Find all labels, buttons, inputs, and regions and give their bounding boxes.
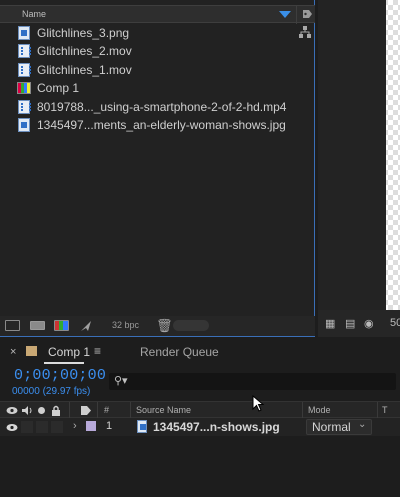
mode-column-label[interactable]: Mode — [308, 405, 331, 415]
project-column-header[interactable]: Name — [0, 5, 315, 24]
project-item[interactable]: Glitchlines_3.png — [0, 24, 300, 42]
column-divider — [302, 402, 303, 419]
column-divider — [377, 402, 378, 419]
viewer-pasteboard — [318, 0, 386, 310]
column-divider — [130, 402, 131, 419]
solo-icon[interactable] — [38, 407, 45, 414]
composition-icon — [17, 82, 31, 94]
video-file-icon — [18, 44, 31, 58]
active-tab-indicator — [44, 362, 84, 364]
eye-icon[interactable] — [6, 406, 18, 415]
timeline-layer-row[interactable]: › 1 1345497...n-shows.jpg Normal ⌄ — [0, 418, 400, 436]
project-toolbar: 32 bpc 🗑 — [0, 316, 315, 336]
project-item[interactable]: 8019788..._using-a-smartphone-2-of-2-hd.… — [0, 98, 300, 116]
render-queue-icon[interactable] — [79, 319, 93, 333]
frame-count-display: 00000 (29.97 fps) — [12, 386, 91, 397]
mouse-cursor-icon — [252, 395, 265, 412]
tag-icon — [303, 10, 312, 18]
layer-column-header: # Source Name Mode T — [0, 401, 400, 419]
project-item-label: 8019788..._using-a-smartphone-2-of-2-hd.… — [37, 100, 287, 114]
interpret-footage-icon[interactable] — [5, 320, 20, 331]
project-item-label: Glitchlines_3.png — [37, 26, 130, 40]
label-column[interactable] — [296, 6, 315, 24]
viewer-toolbar: ▦ ▤ ◉ 50 — [318, 310, 400, 337]
audio-icon[interactable] — [21, 405, 33, 416]
image-file-icon — [18, 118, 30, 132]
number-column-label[interactable]: # — [104, 405, 109, 415]
sort-descending-icon[interactable] — [279, 11, 291, 18]
lock-toggle[interactable] — [51, 421, 63, 433]
trash-icon[interactable]: 🗑 — [156, 318, 173, 334]
chevron-down-icon[interactable]: ⌄ — [358, 419, 366, 430]
project-item[interactable]: Glitchlines_2.mov — [0, 42, 300, 60]
layer-number: 1 — [106, 420, 113, 432]
source-name-column-label[interactable]: Source Name — [136, 405, 191, 415]
audio-toggle[interactable] — [21, 421, 33, 433]
project-item-label: Glitchlines_1.mov — [37, 63, 132, 77]
composition-label-swatch — [26, 346, 37, 356]
column-divider — [69, 402, 70, 419]
layer-source-name[interactable]: 1345497...n-shows.jpg — [153, 420, 280, 434]
project-item[interactable]: Glitchlines_1.mov — [0, 61, 300, 79]
tag-icon[interactable] — [80, 405, 92, 416]
flowchart-icon[interactable] — [298, 25, 312, 39]
lock-icon[interactable] — [51, 405, 61, 416]
blend-mode-value: Normal — [312, 420, 351, 434]
current-time-display[interactable]: 0;00;00;00 — [14, 367, 106, 384]
timeline-search-input[interactable] — [109, 373, 396, 390]
bit-depth-button[interactable]: 32 bpc — [109, 319, 142, 331]
video-file-icon — [18, 63, 31, 77]
new-composition-icon[interactable] — [54, 320, 69, 331]
project-item-label: Glitchlines_2.mov — [37, 44, 132, 58]
tab-render-queue[interactable]: Render Queue — [140, 345, 219, 359]
layer-label-swatch[interactable] — [86, 421, 96, 431]
project-item[interactable]: 1345497...ments_an-elderly-woman-shows.j… — [0, 116, 300, 134]
vr-goggles-icon[interactable]: ◉ — [364, 317, 374, 330]
zoom-level[interactable]: 50 — [390, 317, 400, 329]
close-icon[interactable]: × — [10, 346, 16, 358]
name-column-label[interactable]: Name — [22, 9, 46, 19]
thumbnail-size-slider[interactable] — [173, 320, 209, 331]
trackmatte-column-label[interactable]: T — [382, 405, 388, 415]
image-file-icon — [137, 420, 147, 433]
solo-toggle[interactable] — [36, 421, 48, 433]
monitor-icon[interactable]: ▤ — [345, 317, 355, 330]
project-item[interactable]: Comp 1 — [0, 79, 300, 97]
project-item-label: Comp 1 — [37, 81, 80, 95]
video-file-icon — [18, 100, 31, 114]
search-icon[interactable]: ⚲▾ — [114, 374, 128, 387]
visibility-eye-icon[interactable] — [6, 423, 18, 432]
project-panel: Name Glitchlines_3.png Glitchlines_2.mov… — [0, 0, 315, 337]
project-item-label: 1345497...ments_an-elderly-woman-shows.j… — [37, 118, 286, 132]
tab-comp-1[interactable]: Comp 1 — [48, 345, 90, 359]
image-file-icon — [18, 26, 30, 40]
snapshot-icon[interactable]: ▦ — [325, 317, 335, 330]
column-divider — [97, 402, 98, 419]
panel-menu-icon[interactable]: ≡ — [94, 344, 101, 358]
timeline-tab-bar: × Comp 1 ≡ Render Queue — [0, 340, 400, 366]
new-folder-icon[interactable] — [30, 321, 45, 330]
expand-chevron-icon[interactable]: › — [73, 420, 77, 432]
